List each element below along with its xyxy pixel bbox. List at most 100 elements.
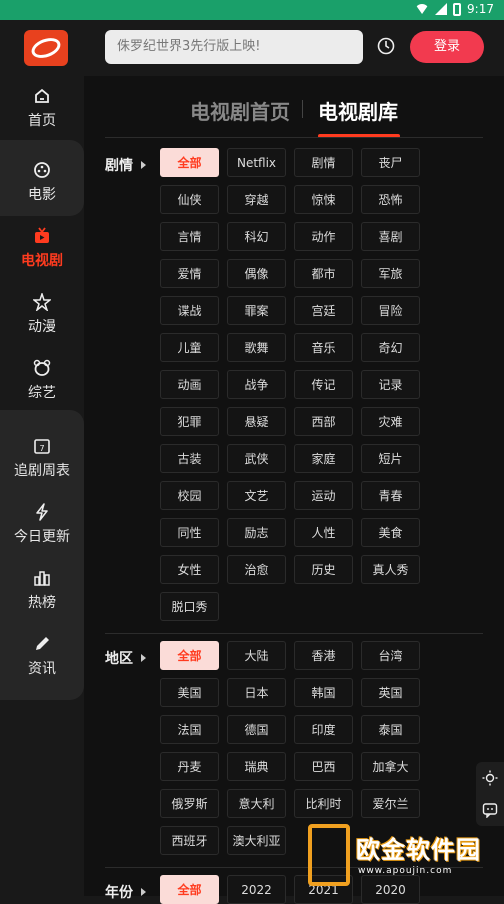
tab-tv-home[interactable]: 电视剧首页 <box>190 96 290 125</box>
genre-chip-43[interactable]: 美食 <box>361 518 420 547</box>
watermark-url: www.apoujin.com <box>358 866 453 876</box>
region-chip-20[interactable]: 西班牙 <box>160 826 219 855</box>
genre-chip-25[interactable]: 战争 <box>227 370 286 399</box>
genre-chip-17[interactable]: 罪案 <box>227 296 286 325</box>
caret-right-icon <box>141 654 146 662</box>
tab-tv-library[interactable]: 电视剧库 <box>318 96 398 125</box>
genre-chip-5[interactable]: 穿越 <box>227 185 286 214</box>
genre-chip-26[interactable]: 传记 <box>294 370 353 399</box>
region-chip-11[interactable]: 泰国 <box>361 715 420 744</box>
region-chip-1[interactable]: 大陆 <box>227 641 286 670</box>
genre-chip-24[interactable]: 动画 <box>160 370 219 399</box>
genre-chip-37[interactable]: 文艺 <box>227 481 286 510</box>
sidebar-item-tv[interactable]: 电视剧 <box>0 218 84 278</box>
genre-chip-34[interactable]: 家庭 <box>294 444 353 473</box>
region-chip-9[interactable]: 德国 <box>227 715 286 744</box>
history-icon[interactable] <box>376 36 396 56</box>
region-chip-21[interactable]: 澳大利亚 <box>227 826 286 855</box>
genre-chip-33[interactable]: 武侠 <box>227 444 286 473</box>
genre-chip-3[interactable]: 丧尸 <box>361 148 420 177</box>
region-chip-6[interactable]: 韩国 <box>294 678 353 707</box>
region-chip-17[interactable]: 意大利 <box>227 789 286 818</box>
tab-bar: 电视剧首页 电视剧库 <box>84 76 504 138</box>
genre-chip-20[interactable]: 儿童 <box>160 333 219 362</box>
genre-chip-30[interactable]: 西部 <box>294 407 353 436</box>
genre-chip-21[interactable]: 歌舞 <box>227 333 286 362</box>
genre-chip-4[interactable]: 仙侠 <box>160 185 219 214</box>
genre-chip-19[interactable]: 冒险 <box>361 296 420 325</box>
region-chip-16[interactable]: 俄罗斯 <box>160 789 219 818</box>
tv-icon <box>33 226 51 245</box>
sidebar-item-schedule[interactable]: 7 追剧周表 <box>0 428 84 488</box>
region-chip-3[interactable]: 台湾 <box>361 641 420 670</box>
sidebar: 首页 电影 电视剧 动漫 综艺 7 追剧周表 今日更新 热榜 资讯 <box>0 20 84 896</box>
genre-chip-9[interactable]: 科幻 <box>227 222 286 251</box>
genre-chip-48[interactable]: 脱口秀 <box>160 592 219 621</box>
sidebar-item-anime[interactable]: 动漫 <box>0 284 84 344</box>
region-chip-12[interactable]: 丹麦 <box>160 752 219 781</box>
search-input[interactable]: 侏罗纪世界3先行版上映! <box>105 30 363 64</box>
region-chip-14[interactable]: 巴西 <box>294 752 353 781</box>
genre-chip-10[interactable]: 动作 <box>294 222 353 251</box>
status-bar: 9:17 <box>0 0 504 20</box>
genre-chip-8[interactable]: 言情 <box>160 222 219 251</box>
lightning-icon <box>33 502 51 521</box>
genre-chip-2[interactable]: 剧情 <box>294 148 353 177</box>
region-chip-18[interactable]: 比利时 <box>294 789 353 818</box>
genre-chip-23[interactable]: 奇幻 <box>361 333 420 362</box>
genre-chip-29[interactable]: 悬疑 <box>227 407 286 436</box>
genre-chip-41[interactable]: 励志 <box>227 518 286 547</box>
watermark-logo-icon <box>308 824 350 886</box>
region-chip-4[interactable]: 美国 <box>160 678 219 707</box>
sidebar-item-variety[interactable]: 综艺 <box>0 350 84 410</box>
region-chip-10[interactable]: 印度 <box>294 715 353 744</box>
region-filter-label: 地区 <box>105 648 146 668</box>
region-chip-15[interactable]: 加拿大 <box>361 752 420 781</box>
region-chip-2[interactable]: 香港 <box>294 641 353 670</box>
genre-chip-35[interactable]: 短片 <box>361 444 420 473</box>
genre-chip-40[interactable]: 同性 <box>160 518 219 547</box>
region-chip-19[interactable]: 爱尔兰 <box>361 789 420 818</box>
login-button[interactable]: 登录 <box>410 31 484 63</box>
genre-chip-15[interactable]: 军旅 <box>361 259 420 288</box>
genre-chip-16[interactable]: 谍战 <box>160 296 219 325</box>
brightness-icon[interactable] <box>476 762 504 794</box>
genre-chip-13[interactable]: 偶像 <box>227 259 286 288</box>
genre-chip-22[interactable]: 音乐 <box>294 333 353 362</box>
genre-chip-36[interactable]: 校园 <box>160 481 219 510</box>
genre-chip-11[interactable]: 喜剧 <box>361 222 420 251</box>
sidebar-item-movie[interactable]: 电影 <box>0 152 84 212</box>
genre-chip-31[interactable]: 灾难 <box>361 407 420 436</box>
genre-chip-1[interactable]: Netflix <box>227 148 286 177</box>
genre-chip-27[interactable]: 记录 <box>361 370 420 399</box>
sidebar-item-label: 电视剧 <box>21 252 63 269</box>
genre-chip-14[interactable]: 都市 <box>294 259 353 288</box>
year-chip-0[interactable]: 全部 <box>160 875 219 904</box>
genre-chip-44[interactable]: 女性 <box>160 555 219 584</box>
genre-chip-12[interactable]: 爱情 <box>160 259 219 288</box>
region-chip-0[interactable]: 全部 <box>160 641 219 670</box>
region-chip-7[interactable]: 英国 <box>361 678 420 707</box>
genre-chip-45[interactable]: 治愈 <box>227 555 286 584</box>
planet-logo-icon[interactable] <box>24 30 68 66</box>
region-chip-5[interactable]: 日本 <box>227 678 286 707</box>
region-chip-13[interactable]: 瑞典 <box>227 752 286 781</box>
genre-chip-28[interactable]: 犯罪 <box>160 407 219 436</box>
genre-chip-42[interactable]: 人性 <box>294 518 353 547</box>
sidebar-item-label: 热榜 <box>28 594 56 611</box>
region-chip-8[interactable]: 法国 <box>160 715 219 744</box>
genre-chip-47[interactable]: 真人秀 <box>361 555 420 584</box>
sidebar-item-today[interactable]: 今日更新 <box>0 494 84 554</box>
sidebar-item-home[interactable]: 首页 <box>0 78 84 138</box>
genre-chip-32[interactable]: 古装 <box>160 444 219 473</box>
genre-chip-39[interactable]: 青春 <box>361 481 420 510</box>
year-chip-1[interactable]: 2022 <box>227 875 286 904</box>
genre-chip-46[interactable]: 历史 <box>294 555 353 584</box>
genre-chip-18[interactable]: 宫廷 <box>294 296 353 325</box>
sidebar-item-news[interactable]: 资讯 <box>0 626 84 686</box>
genre-chip-0[interactable]: 全部 <box>160 148 219 177</box>
genre-chip-6[interactable]: 惊悚 <box>294 185 353 214</box>
genre-chip-38[interactable]: 运动 <box>294 481 353 510</box>
genre-chip-7[interactable]: 恐怖 <box>361 185 420 214</box>
sidebar-item-hot[interactable]: 热榜 <box>0 560 84 620</box>
